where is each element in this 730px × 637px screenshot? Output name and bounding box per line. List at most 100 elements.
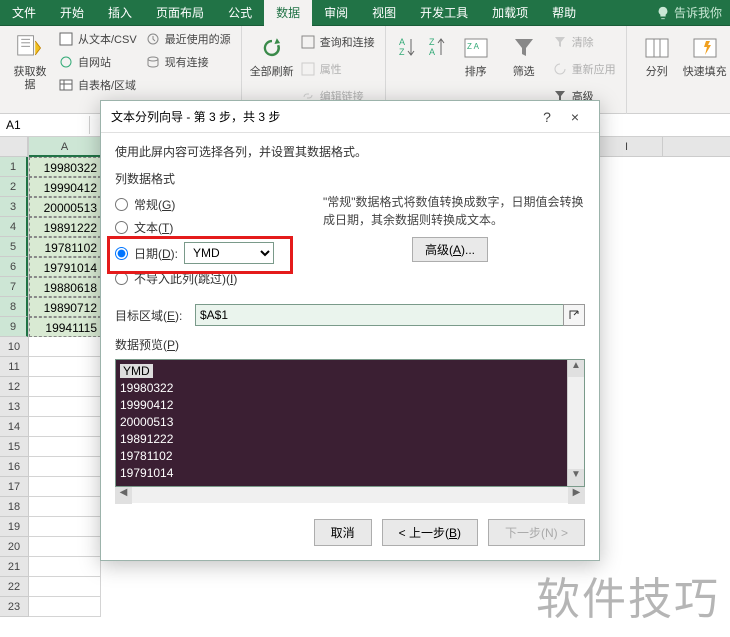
sort-za-button[interactable]: ZA — [422, 28, 452, 109]
row-header[interactable]: 10 — [0, 337, 28, 357]
cell[interactable] — [29, 357, 101, 377]
tab-review[interactable]: 审阅 — [312, 0, 360, 26]
cell[interactable]: 19980322 — [29, 157, 101, 177]
radio-general[interactable] — [115, 198, 128, 211]
format-help-text: "常规"数据格式将数值转换成数字，日期值会转换成日期，其余数据则转换成文本。 — [315, 193, 585, 229]
back-button[interactable]: < 上一步(B) — [382, 519, 478, 546]
cell[interactable] — [29, 337, 101, 357]
svg-text:Z A: Z A — [467, 42, 480, 51]
row-header[interactable]: 2 — [0, 177, 28, 197]
range-picker-button[interactable] — [563, 304, 585, 326]
cell[interactable] — [29, 577, 101, 597]
cell[interactable] — [29, 497, 101, 517]
from-csv-button[interactable]: 从文本/CSV — [54, 30, 141, 48]
queries-button[interactable]: 查询和连接 — [296, 33, 379, 51]
row-header[interactable]: 3 — [0, 197, 28, 217]
tab-help[interactable]: 帮助 — [540, 0, 588, 26]
tab-addin[interactable]: 加载项 — [480, 0, 540, 26]
tab-insert[interactable]: 插入 — [96, 0, 144, 26]
recent-sources-button[interactable]: 最近使用的源 — [141, 30, 235, 48]
row-header[interactable]: 17 — [0, 477, 28, 497]
scroll-left-icon[interactable]: ◀ — [115, 487, 132, 504]
text-to-columns-button[interactable]: 分列 — [633, 28, 681, 109]
tell-me[interactable]: 告诉我你 — [648, 4, 730, 21]
cell[interactable]: 20000513 — [29, 197, 101, 217]
radio-text[interactable] — [115, 221, 128, 234]
from-web-button[interactable]: 自网站 — [54, 53, 141, 71]
radio-date-label: 日期(D): — [134, 245, 178, 262]
row-header[interactable]: 19 — [0, 517, 28, 537]
row-header[interactable]: 20 — [0, 537, 28, 557]
cell[interactable]: 19941115 — [29, 317, 101, 337]
tab-layout[interactable]: 页面布局 — [144, 0, 216, 26]
row-header[interactable]: 18 — [0, 497, 28, 517]
row-header[interactable]: 6 — [0, 257, 28, 277]
sort-button[interactable]: Z A 排序 — [452, 28, 500, 109]
cell[interactable] — [29, 437, 101, 457]
row-header[interactable]: 14 — [0, 417, 28, 437]
cell[interactable]: 19890712 — [29, 297, 101, 317]
select-all-corner[interactable] — [0, 137, 28, 157]
help-button[interactable]: ? — [533, 109, 561, 125]
close-button[interactable]: × — [561, 109, 589, 125]
tab-home[interactable]: 开始 — [48, 0, 96, 26]
tab-formula[interactable]: 公式 — [216, 0, 264, 26]
row-header[interactable]: 12 — [0, 377, 28, 397]
scroll-up-icon[interactable]: ▲ — [568, 360, 584, 377]
row-header[interactable]: 22 — [0, 577, 28, 597]
tab-view[interactable]: 视图 — [360, 0, 408, 26]
get-data-button[interactable]: 获取数 据 — [6, 28, 54, 96]
preview-line: 19781102 — [120, 448, 580, 465]
preview-vscroll[interactable]: ▲ ▼ — [567, 360, 584, 486]
refresh-all-button[interactable]: 全部刷新 — [248, 28, 296, 109]
tab-data[interactable]: 数据 — [264, 0, 312, 26]
sort-az-button[interactable]: AZ — [392, 28, 422, 109]
row-header[interactable]: 23 — [0, 597, 28, 617]
cell[interactable]: 19791014 — [29, 257, 101, 277]
scroll-down-icon[interactable]: ▼ — [568, 469, 584, 486]
row-header[interactable]: 5 — [0, 237, 28, 257]
cell[interactable] — [29, 397, 101, 417]
cell[interactable] — [29, 457, 101, 477]
cell[interactable] — [29, 417, 101, 437]
reapply-icon — [552, 61, 568, 77]
preview-hscroll[interactable]: ◀ ▶ — [115, 486, 585, 503]
col-header-a[interactable]: A — [29, 137, 101, 157]
cell[interactable]: 19990412 — [29, 177, 101, 197]
cancel-button[interactable]: 取消 — [314, 519, 372, 546]
cell[interactable] — [29, 597, 101, 617]
row-header[interactable]: 11 — [0, 357, 28, 377]
row-header[interactable]: 21 — [0, 557, 28, 577]
scroll-right-icon[interactable]: ▶ — [568, 487, 585, 504]
cell[interactable]: 19891222 — [29, 217, 101, 237]
row-header[interactable]: 8 — [0, 297, 28, 317]
destination-input[interactable] — [195, 304, 564, 326]
filter-button[interactable]: 筛选 — [500, 28, 548, 109]
cell[interactable] — [29, 377, 101, 397]
cell[interactable]: 19781102 — [29, 237, 101, 257]
existing-conn-button[interactable]: 现有连接 — [141, 53, 235, 71]
row-header[interactable]: 1 — [0, 157, 28, 177]
row-header[interactable]: 9 — [0, 317, 28, 337]
cell[interactable]: 19880618 — [29, 277, 101, 297]
date-format-combo[interactable]: YMD — [184, 242, 274, 264]
radio-date[interactable] — [115, 247, 128, 260]
row-header[interactable]: 13 — [0, 397, 28, 417]
advanced-button[interactable]: 高级(A)... — [412, 237, 488, 262]
tab-dev[interactable]: 开发工具 — [408, 0, 480, 26]
row-header[interactable]: 7 — [0, 277, 28, 297]
cell[interactable] — [29, 477, 101, 497]
radio-skip[interactable] — [115, 272, 128, 285]
row-header[interactable]: 15 — [0, 437, 28, 457]
text-to-columns-wizard-dialog: 文本分列向导 - 第 3 步，共 3 步 ? × 使用此屏内容可选择各列，并设置… — [100, 100, 600, 561]
row-header[interactable]: 16 — [0, 457, 28, 477]
col-header-i[interactable]: I — [591, 137, 663, 157]
flash-fill-button[interactable]: 快速填充 — [681, 28, 729, 109]
tab-file[interactable]: 文件 — [0, 0, 48, 26]
name-box[interactable]: A1 — [0, 116, 90, 134]
cell[interactable] — [29, 517, 101, 537]
row-header[interactable]: 4 — [0, 217, 28, 237]
cell[interactable] — [29, 537, 101, 557]
cell[interactable] — [29, 557, 101, 577]
from-range-button[interactable]: 自表格/区域 — [54, 76, 141, 94]
